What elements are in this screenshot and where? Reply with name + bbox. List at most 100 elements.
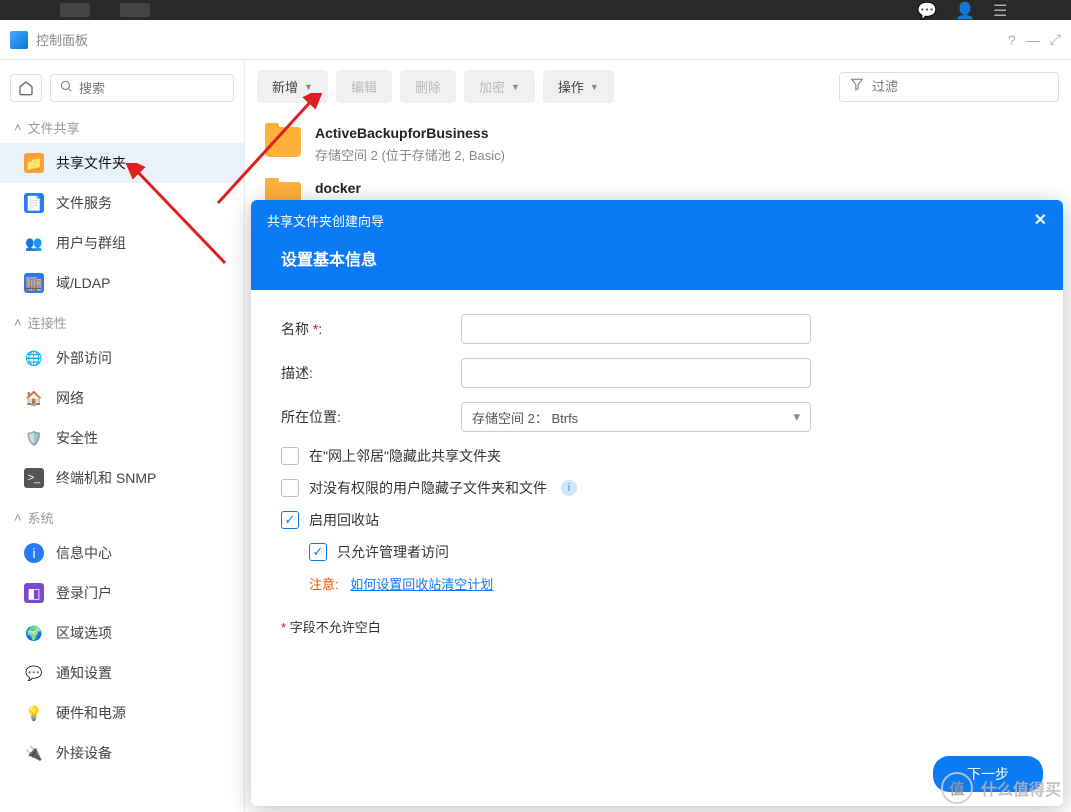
nav-external-device[interactable]: 🔌 外接设备	[0, 733, 244, 773]
nav-external-access[interactable]: 🌐 外部访问	[0, 338, 244, 378]
filter-box[interactable]	[839, 72, 1059, 102]
checkbox-icon	[281, 479, 299, 497]
nav-hardware-power[interactable]: 💡 硬件和电源	[0, 693, 244, 733]
help-button[interactable]: ?	[1008, 32, 1016, 48]
checkbox-hide-network[interactable]: 在"网上邻居"隐藏此共享文件夹	[281, 446, 1033, 466]
app-icon	[10, 31, 28, 49]
nav-network[interactable]: 🏠 网络	[0, 378, 244, 418]
taskbar-app[interactable]	[60, 3, 90, 17]
watermark-logo: 值	[941, 772, 973, 804]
domain-icon: 🏬	[24, 273, 44, 293]
nav-info-center[interactable]: i 信息中心	[0, 533, 244, 573]
shield-icon: 🛡️	[24, 428, 44, 448]
checkbox-label: 对没有权限的用户隐藏子文件夹和文件	[309, 478, 547, 498]
info-icon[interactable]: i	[561, 480, 577, 496]
caret-down-icon: ▼	[590, 82, 599, 92]
menu-icon[interactable]: ☰	[993, 1, 1011, 19]
section-label: 连接性	[28, 313, 67, 332]
input-desc[interactable]	[461, 358, 811, 388]
maximize-button[interactable]: ⤢	[1050, 31, 1061, 48]
toolbar: 新增▼ 编辑 删除 加密▼ 操作▼	[245, 60, 1071, 113]
globe-icon: 🌐	[24, 348, 44, 368]
taskbar-app[interactable]	[120, 3, 150, 17]
checkbox-label: 只允许管理者访问	[337, 542, 449, 562]
modal-wizard-title: 共享文件夹创建向导	[267, 211, 384, 230]
nav-label: 域/LDAP	[56, 273, 110, 293]
note-link[interactable]: 如何设置回收站清空计划	[350, 577, 493, 592]
home-icon	[18, 80, 34, 96]
nav-user-group[interactable]: 👥 用户与群组	[0, 223, 244, 263]
users-icon: 👥	[24, 233, 44, 253]
sidebar: ˄ 文件共享 📁 共享文件夹 📄 文件服务 👥 用户与群组 🏬 域/LDAP ˄…	[0, 60, 245, 812]
nav-label: 区域选项	[56, 623, 112, 643]
input-name[interactable]	[461, 314, 811, 344]
nav-label: 文件服务	[56, 193, 112, 213]
checkbox-label: 启用回收站	[309, 510, 379, 530]
search-box[interactable]	[50, 74, 234, 102]
select-location[interactable]: 存储空间 2： Btrfs ▾	[461, 402, 811, 432]
action-button[interactable]: 操作▼	[543, 70, 614, 103]
checkbox-icon-checked: ✓	[309, 543, 327, 561]
desktop-taskbar: 💬 👤 ☰	[0, 0, 1071, 20]
nav-label: 用户与群组	[56, 233, 126, 253]
section-system[interactable]: ˄ 系统	[0, 498, 244, 533]
folder-icon: 📁	[24, 153, 44, 173]
nav-label: 通知设置	[56, 663, 112, 683]
search-input[interactable]	[79, 81, 225, 96]
nav-label: 外接设备	[56, 743, 112, 763]
nav-file-service[interactable]: 📄 文件服务	[0, 183, 244, 223]
section-connectivity[interactable]: ˄ 连接性	[0, 303, 244, 338]
file-icon: 📄	[24, 193, 44, 213]
nav-region-option[interactable]: 🌍 区域选项	[0, 613, 244, 653]
modal-body: 名称 *: 描述: 所在位置: 存储空间 2： Btrfs ▾ 在"网上邻居"隐…	[251, 290, 1063, 742]
user-icon[interactable]: 👤	[955, 1, 973, 19]
nav-terminal-snmp[interactable]: >_ 终端机和 SNMP	[0, 458, 244, 498]
chevron-up-icon: ˄	[14, 315, 22, 330]
nav-label: 登录门户	[56, 583, 112, 603]
window-title: 控制面板	[36, 30, 998, 49]
encrypt-button[interactable]: 加密▼	[464, 70, 535, 103]
nav-domain-ldap[interactable]: 🏬 域/LDAP	[0, 263, 244, 303]
window-titlebar: 控制面板 ? — ⤢	[0, 20, 1071, 60]
folder-name: docker	[315, 180, 361, 196]
modal-subtitle: 设置基本信息	[281, 246, 1033, 270]
nav-label: 终端机和 SNMP	[56, 468, 156, 488]
device-icon: 🔌	[24, 743, 44, 763]
label-name: 名称 *:	[281, 319, 461, 339]
modal-close-button[interactable]: ✕	[1034, 210, 1047, 230]
folder-row[interactable]: ActiveBackupforBusiness 存储空间 2 (位于存储池 2,…	[245, 117, 1071, 172]
nav-label: 信息中心	[56, 543, 112, 563]
folder-subtitle: 存储空间 2 (位于存储池 2, Basic)	[315, 145, 505, 164]
section-file-share[interactable]: ˄ 文件共享	[0, 108, 244, 143]
checkbox-hide-noauth[interactable]: 对没有权限的用户隐藏子文件夹和文件 i	[281, 478, 1033, 498]
minimize-button[interactable]: —	[1026, 32, 1040, 48]
nav-notification[interactable]: 💬 通知设置	[0, 653, 244, 693]
checkbox-recycle[interactable]: ✓ 启用回收站	[281, 510, 1033, 530]
home-button[interactable]	[10, 74, 42, 102]
nav-label: 硬件和电源	[56, 703, 126, 723]
modal-header: 共享文件夹创建向导 ✕	[251, 200, 1063, 240]
filter-input[interactable]	[872, 79, 1048, 94]
chat-icon[interactable]: 💬	[917, 1, 935, 19]
notification-icon: 💬	[24, 663, 44, 683]
add-button[interactable]: 新增▼	[257, 70, 328, 103]
chevron-up-icon: ˄	[14, 120, 22, 135]
nav-label: 网络	[56, 388, 84, 408]
nav-login-portal[interactable]: ◧ 登录门户	[0, 573, 244, 613]
nav-security[interactable]: 🛡️ 安全性	[0, 418, 244, 458]
nav-label: 外部访问	[56, 348, 112, 368]
section-label: 文件共享	[28, 118, 80, 137]
select-value: 存储空间 2： Btrfs	[472, 408, 578, 427]
edit-button[interactable]: 编辑	[336, 70, 392, 103]
note-prefix: 注意:	[309, 577, 339, 592]
watermark-text: 什么值得买	[981, 776, 1061, 800]
folder-icon	[265, 127, 301, 157]
search-icon	[59, 79, 73, 98]
delete-button[interactable]: 删除	[400, 70, 456, 103]
nav-shared-folder[interactable]: 📁 共享文件夹	[0, 143, 244, 183]
funnel-icon	[850, 77, 864, 96]
bulb-icon: 💡	[24, 703, 44, 723]
checkbox-admin-only[interactable]: ✓ 只允许管理者访问	[309, 542, 1033, 562]
checkbox-label: 在"网上邻居"隐藏此共享文件夹	[309, 446, 501, 466]
nav-label: 安全性	[56, 428, 98, 448]
